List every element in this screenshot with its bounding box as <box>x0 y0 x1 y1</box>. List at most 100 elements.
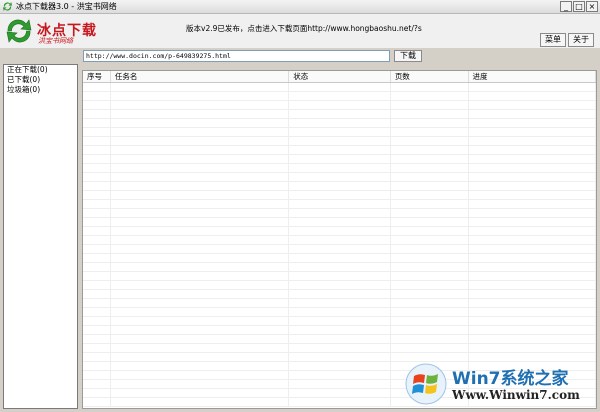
table-cell <box>111 281 290 289</box>
table-cell <box>391 128 469 136</box>
table-row <box>83 335 596 344</box>
table-cell <box>469 137 596 145</box>
table-cell <box>469 245 596 253</box>
menu-button[interactable]: 菜单 <box>540 33 566 47</box>
brand-subtitle: 洪宝书网络 <box>38 37 73 45</box>
table-cell <box>111 263 290 271</box>
table-cell <box>111 155 290 163</box>
sidebar-item-trash[interactable]: 垃圾箱(0) <box>4 85 77 95</box>
table-row <box>83 209 596 218</box>
table-row <box>83 317 596 326</box>
table-cell <box>391 101 469 109</box>
column-header-pages[interactable]: 页数 <box>391 71 469 82</box>
table-cell <box>469 236 596 244</box>
column-header-status[interactable]: 状态 <box>289 71 391 82</box>
table-cell <box>289 128 391 136</box>
close-button[interactable]: × <box>586 1 598 12</box>
table-cell <box>83 227 111 235</box>
table-cell <box>391 137 469 145</box>
table-cell <box>289 335 391 343</box>
table-cell <box>391 164 469 172</box>
watermark-title: Win7系统之家 <box>452 369 569 389</box>
column-header-task-name[interactable]: 任务名 <box>111 71 290 82</box>
table-cell <box>391 335 469 343</box>
table-cell <box>469 299 596 307</box>
maximize-button[interactable]: □ <box>573 1 585 12</box>
table-cell <box>83 209 111 217</box>
table-cell <box>83 155 111 163</box>
table-cell <box>469 146 596 154</box>
minimize-button[interactable]: _ <box>560 1 572 12</box>
table-cell <box>469 128 596 136</box>
table-cell <box>391 227 469 235</box>
table-cell <box>83 299 111 307</box>
column-header-index[interactable]: 序号 <box>83 71 111 82</box>
table-cell <box>83 263 111 271</box>
table-cell <box>83 173 111 181</box>
table-cell <box>391 326 469 334</box>
table-cell <box>391 344 469 352</box>
url-bar: http://www.docin.com/p-649839275.html 下载 <box>0 48 600 64</box>
table-cell <box>83 236 111 244</box>
table-cell <box>391 200 469 208</box>
sidebar-item-downloading[interactable]: 正在下载(0) <box>4 65 77 75</box>
sidebar-item-downloaded[interactable]: 已下载(0) <box>4 75 77 85</box>
app-icon <box>2 1 13 12</box>
table-header: 序号 任务名 状态 页数 进度 <box>83 71 596 83</box>
table-cell <box>391 182 469 190</box>
url-input[interactable]: http://www.docin.com/p-649839275.html <box>83 50 390 62</box>
window-title: 冰点下载器3.0 - 洪宝书网络 <box>16 2 117 11</box>
table-cell <box>469 200 596 208</box>
table-cell <box>289 281 391 289</box>
download-button[interactable]: 下载 <box>394 50 422 62</box>
table-row <box>83 92 596 101</box>
table-row <box>83 254 596 263</box>
table-cell <box>83 128 111 136</box>
table-cell <box>289 371 391 379</box>
about-button[interactable]: 关于 <box>568 33 594 47</box>
update-notice-link[interactable]: 版本v2.9已发布，点击进入下载页面http://www.hongbaoshu.… <box>186 23 422 34</box>
site-watermark: Win7系统之家 Www.Winwin7.com <box>398 358 598 410</box>
table-row <box>83 245 596 254</box>
table-cell <box>83 326 111 334</box>
table-cell <box>83 317 111 325</box>
table-cell <box>289 263 391 271</box>
table-cell <box>111 299 290 307</box>
table-cell <box>289 173 391 181</box>
table-cell <box>83 380 111 388</box>
table-row <box>83 173 596 182</box>
table-row <box>83 281 596 290</box>
table-cell <box>391 245 469 253</box>
table-cell <box>289 182 391 190</box>
table-cell <box>111 164 290 172</box>
table-cell <box>83 254 111 262</box>
column-header-progress[interactable]: 进度 <box>469 71 596 82</box>
table-cell <box>83 164 111 172</box>
table-row <box>83 164 596 173</box>
table-cell <box>469 326 596 334</box>
table-cell <box>289 308 391 316</box>
table-cell <box>83 335 111 343</box>
table-cell <box>111 290 290 298</box>
table-cell <box>111 119 290 127</box>
table-cell <box>289 101 391 109</box>
table-cell <box>83 272 111 280</box>
table-cell <box>111 362 290 370</box>
table-cell <box>289 326 391 334</box>
table-row <box>83 326 596 335</box>
table-cell <box>83 245 111 253</box>
table-cell <box>469 335 596 343</box>
table-row <box>83 344 596 353</box>
table-cell <box>111 191 290 199</box>
table-cell <box>289 155 391 163</box>
table-row <box>83 110 596 119</box>
table-cell <box>469 92 596 100</box>
table-row <box>83 218 596 227</box>
table-row <box>83 227 596 236</box>
table-cell <box>111 380 290 388</box>
table-cell <box>469 173 596 181</box>
table-cell <box>289 191 391 199</box>
table-row <box>83 200 596 209</box>
table-cell <box>111 254 290 262</box>
table-cell <box>111 353 290 361</box>
